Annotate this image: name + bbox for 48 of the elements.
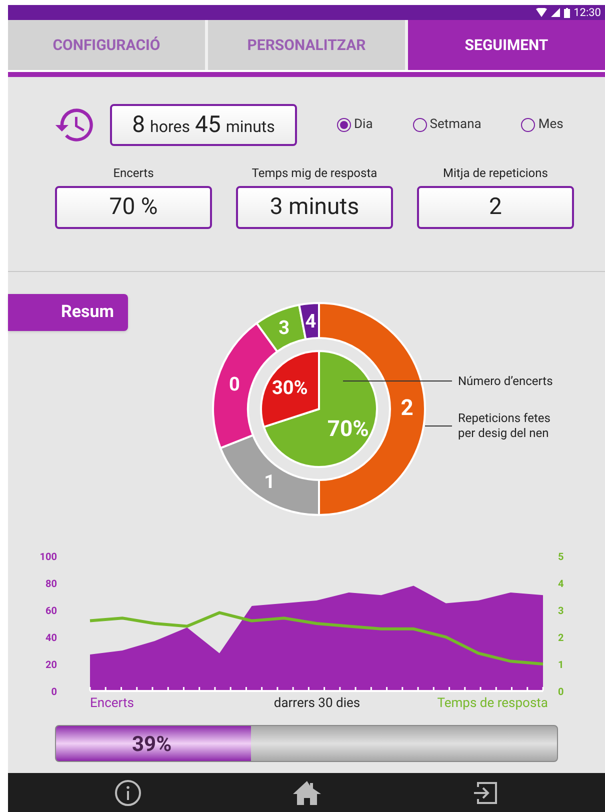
info-icon[interactable]	[114, 778, 142, 806]
exit-icon[interactable]	[473, 780, 500, 806]
minutes-unit: minuts	[226, 116, 275, 138]
y2-tick-label: 5	[558, 552, 564, 563]
y-tick-label: 60	[46, 606, 57, 617]
period-radio[interactable]: Setmana	[412, 115, 482, 135]
slice-label: 70%	[327, 417, 369, 442]
signal-icon	[550, 8, 560, 17]
y2-tick-label: 2	[558, 633, 564, 644]
y2-axis-title: Temps de resposta	[437, 696, 548, 711]
history-icon	[55, 107, 95, 143]
y2-tick-label: 1	[558, 660, 564, 671]
y-tick-label: 40	[46, 633, 57, 644]
progress-reading: 39%	[132, 732, 172, 759]
y2-tick-label: 3	[558, 606, 564, 617]
y-tick-label: 80	[46, 579, 57, 590]
y-tick-label: 0	[51, 687, 57, 698]
slice-label: 30%	[272, 376, 308, 399]
y-tick-label: 100	[40, 552, 57, 563]
period-radio[interactable]: Dia	[337, 115, 373, 135]
slice-label: 3	[278, 316, 290, 340]
slice-label: 1	[264, 470, 275, 493]
slice-label: 0	[229, 372, 240, 396]
stat-value: 3 minuts	[236, 186, 393, 229]
y-axis-title: Encerts	[90, 696, 134, 711]
home-icon[interactable]	[293, 780, 322, 806]
hours-unit: hores	[150, 116, 190, 138]
stat-label: Encerts	[113, 165, 154, 182]
y2-tick-label: 0	[558, 687, 564, 698]
stat-label: Temps mig de resposta	[252, 165, 378, 182]
clock: 12:30	[574, 7, 601, 18]
y2-tick-label: 4	[558, 579, 564, 590]
wifi-icon	[536, 8, 547, 17]
slice-label: 4	[305, 309, 316, 332]
hours-value: 8	[132, 110, 146, 140]
period-radio[interactable]: Mes	[521, 115, 564, 135]
y-tick-label: 20	[46, 660, 57, 671]
minutes-value: 45	[194, 110, 221, 140]
slice-label: 2	[400, 396, 414, 421]
legend-label: Repeticions fetes per desig del nen	[458, 411, 550, 440]
stat-value: 2	[417, 186, 574, 229]
radio-circle[interactable]	[337, 118, 351, 132]
legend-label: Número d’encerts	[458, 374, 553, 388]
x-axis-title: darrers 30 dies	[274, 696, 360, 711]
stat-label: Mitja de repeticions	[443, 165, 548, 182]
battery-icon	[564, 8, 570, 18]
stat-value: 70 %	[55, 186, 212, 229]
tab[interactable]: SEGUIMENT	[408, 20, 605, 70]
